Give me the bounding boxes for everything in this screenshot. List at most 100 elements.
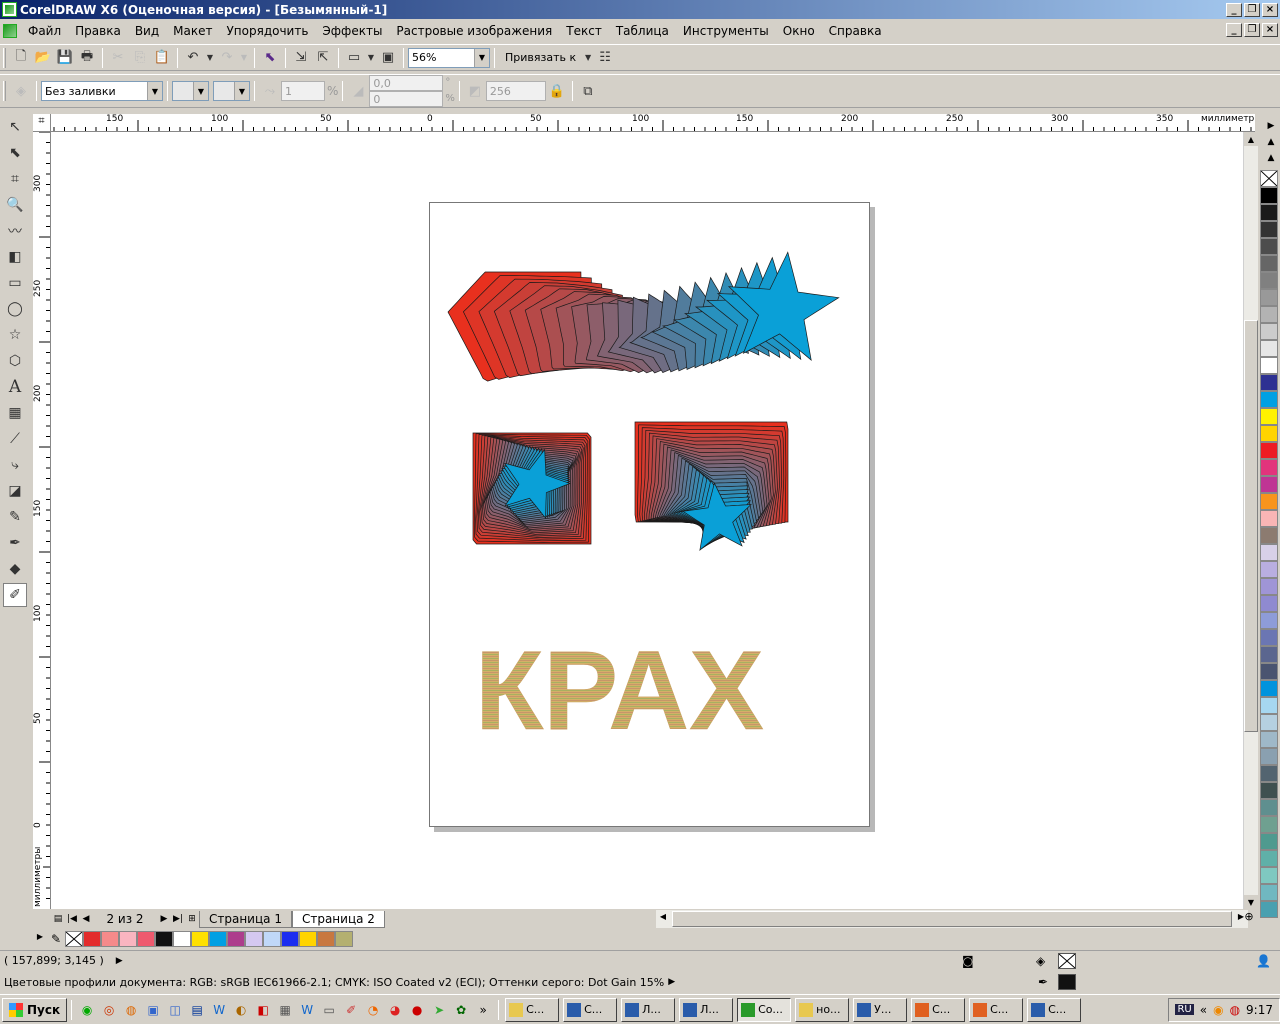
menu-arrange[interactable]: Упорядочить xyxy=(219,24,315,38)
palette-swatch[interactable] xyxy=(1260,646,1278,663)
palette-swatch[interactable] xyxy=(1260,867,1278,884)
profiles-menu-icon[interactable]: ▶ xyxy=(668,977,675,987)
strip-swatch[interactable] xyxy=(191,931,209,947)
doc-close-button[interactable]: × xyxy=(1262,23,1278,37)
vertical-scroll-thumb[interactable] xyxy=(1244,320,1258,732)
vertical-ruler[interactable]: 300 250 200 150 100 50 0 миллиметры xyxy=(33,132,51,909)
ruler-origin-icon[interactable]: ⌗ xyxy=(33,114,51,132)
rect-star-blend[interactable] xyxy=(634,421,789,551)
search-content-icon[interactable]: ⬉ xyxy=(259,47,281,69)
tab-page-1[interactable]: Страница 1 xyxy=(199,910,292,928)
tab-page-2[interactable]: Страница 2 xyxy=(291,910,385,928)
save-icon[interactable]: 💾 xyxy=(54,47,76,69)
palette-swatch[interactable] xyxy=(1260,510,1278,527)
horizontal-ruler[interactable]: 150 100 50 0 50 100 150 200 250 300 350 … xyxy=(33,114,1255,132)
quicklaunch-cmyk-icon[interactable]: ◧ xyxy=(253,1000,273,1020)
start-button[interactable]: Пуск xyxy=(2,997,68,1022)
menu-table[interactable]: Таблица xyxy=(609,24,676,38)
strip-swatch[interactable] xyxy=(335,931,353,947)
palette-swatch[interactable] xyxy=(1260,340,1278,357)
taskbar-button[interactable]: С... xyxy=(969,997,1024,1022)
palette-swatch[interactable] xyxy=(1260,663,1278,680)
document-icon[interactable] xyxy=(3,24,17,38)
strip-swatch[interactable] xyxy=(299,931,317,947)
menu-help[interactable]: Справка xyxy=(822,24,889,38)
palette-swatch[interactable] xyxy=(1260,289,1278,306)
strip-menu-icon[interactable]: ▶ xyxy=(33,932,47,946)
krax-text-object[interactable]: КРАХ xyxy=(475,628,764,754)
export-icon[interactable]: ⇱ xyxy=(312,47,334,69)
text-tool-icon[interactable]: A xyxy=(3,375,27,399)
interactive-fill-tool-icon[interactable]: ✐ xyxy=(3,583,27,607)
minimize-button[interactable]: _ xyxy=(1226,2,1242,17)
offset-x-spinner[interactable]: 0,0 xyxy=(369,75,444,91)
drawing-canvas[interactable]: КРАХ xyxy=(51,132,1243,909)
basic-shapes-tool-icon[interactable]: ⬡ xyxy=(3,349,27,373)
copy-icon[interactable]: ⎘ xyxy=(129,47,151,69)
palette-swatch[interactable] xyxy=(1260,850,1278,867)
fill-color-combo[interactable]: ▼ xyxy=(172,81,209,101)
palette-swatch[interactable] xyxy=(1260,765,1278,782)
quicklaunch-firefox-icon[interactable]: ◔ xyxy=(363,1000,383,1020)
strip-swatch[interactable] xyxy=(155,931,173,947)
taskbar-button[interactable]: С... xyxy=(563,997,618,1022)
redo-icon[interactable]: ↷ xyxy=(216,47,238,69)
doc-minimize-button[interactable]: _ xyxy=(1226,23,1242,37)
pick-tool-icon[interactable]: ↖ xyxy=(3,115,27,139)
polygon-tool-icon[interactable]: ☆ xyxy=(3,323,27,347)
undo-icon[interactable]: ↶ xyxy=(182,47,204,69)
menu-window[interactable]: Окно xyxy=(776,24,822,38)
open-folder-icon[interactable]: 📂 xyxy=(32,47,54,69)
zoom-tool-icon[interactable]: 🔍 xyxy=(3,193,27,217)
outline-tool-icon[interactable]: ✒ xyxy=(3,531,27,555)
user-account-icon[interactable]: 👤 xyxy=(1256,954,1271,968)
palette-swatch[interactable] xyxy=(1260,816,1278,833)
taskbar-button[interactable]: Л... xyxy=(621,997,676,1022)
strip-swatch[interactable] xyxy=(209,931,227,947)
arrow-star-blend[interactable] xyxy=(447,251,840,382)
no-fill-swatch[interactable] xyxy=(1260,170,1278,187)
strip-swatch[interactable] xyxy=(101,931,119,947)
outline-color-swatch[interactable] xyxy=(1058,974,1076,990)
strip-swatch[interactable] xyxy=(317,931,335,947)
scroll-up-icon[interactable]: ▲ xyxy=(1244,132,1258,146)
options-icon[interactable]: ☷ xyxy=(594,47,616,69)
last-page-icon[interactable]: ▶| xyxy=(171,911,185,927)
palette-swatch[interactable] xyxy=(1260,629,1278,646)
palette-swatch[interactable] xyxy=(1260,204,1278,221)
palette-swatch[interactable] xyxy=(1260,884,1278,901)
import-icon[interactable]: ⇲ xyxy=(290,47,312,69)
palette-swatch[interactable] xyxy=(1260,680,1278,697)
quicklaunch-more-icon[interactable]: » xyxy=(473,1000,493,1020)
fill-tool-icon[interactable]: ◆ xyxy=(3,557,27,581)
quicklaunch-app5-icon[interactable]: ◫ xyxy=(165,1000,185,1020)
palette-up-icon[interactable]: ▲ xyxy=(1262,134,1280,150)
fill-type-combo[interactable]: Без заливки ▼ xyxy=(41,81,163,101)
menu-file[interactable]: Файл xyxy=(21,24,68,38)
quicklaunch-app18-icon[interactable]: ✿ xyxy=(451,1000,471,1020)
palette-swatch[interactable] xyxy=(1260,714,1278,731)
palette-swatch[interactable] xyxy=(1260,561,1278,578)
square-star-blend[interactable] xyxy=(472,432,592,545)
horizontal-scroll-thumb[interactable] xyxy=(672,911,1232,927)
strip-swatch[interactable] xyxy=(137,931,155,947)
close-button[interactable]: × xyxy=(1262,2,1278,17)
palette-swatch[interactable] xyxy=(1260,255,1278,272)
doc-restore-button[interactable]: ❐ xyxy=(1244,23,1260,37)
taskbar-button[interactable]: Л... xyxy=(679,997,734,1022)
next-page-icon[interactable]: ▶ xyxy=(157,911,171,927)
palette-swatch[interactable] xyxy=(1260,272,1278,289)
palette-up2-icon[interactable]: ▲ xyxy=(1262,150,1280,166)
quicklaunch-chrome-icon[interactable]: ◍ xyxy=(121,1000,141,1020)
offset-y-spinner[interactable]: 0 xyxy=(369,91,444,107)
taskbar-button[interactable]: У... xyxy=(853,997,908,1022)
smart-fill-tool-icon[interactable]: ◧ xyxy=(3,245,27,269)
palette-swatch[interactable] xyxy=(1260,391,1278,408)
end-color-combo[interactable]: ▼ xyxy=(213,81,250,101)
eyedropper-icon[interactable]: ✎ xyxy=(47,932,65,946)
taskbar-button[interactable]: С... xyxy=(911,997,966,1022)
quicklaunch-word-icon[interactable]: W xyxy=(209,1000,229,1020)
table-tool-icon[interactable]: ▦ xyxy=(3,401,27,425)
strip-swatch[interactable] xyxy=(263,931,281,947)
snap-dropdown-icon[interactable]: ▼ xyxy=(582,47,594,69)
